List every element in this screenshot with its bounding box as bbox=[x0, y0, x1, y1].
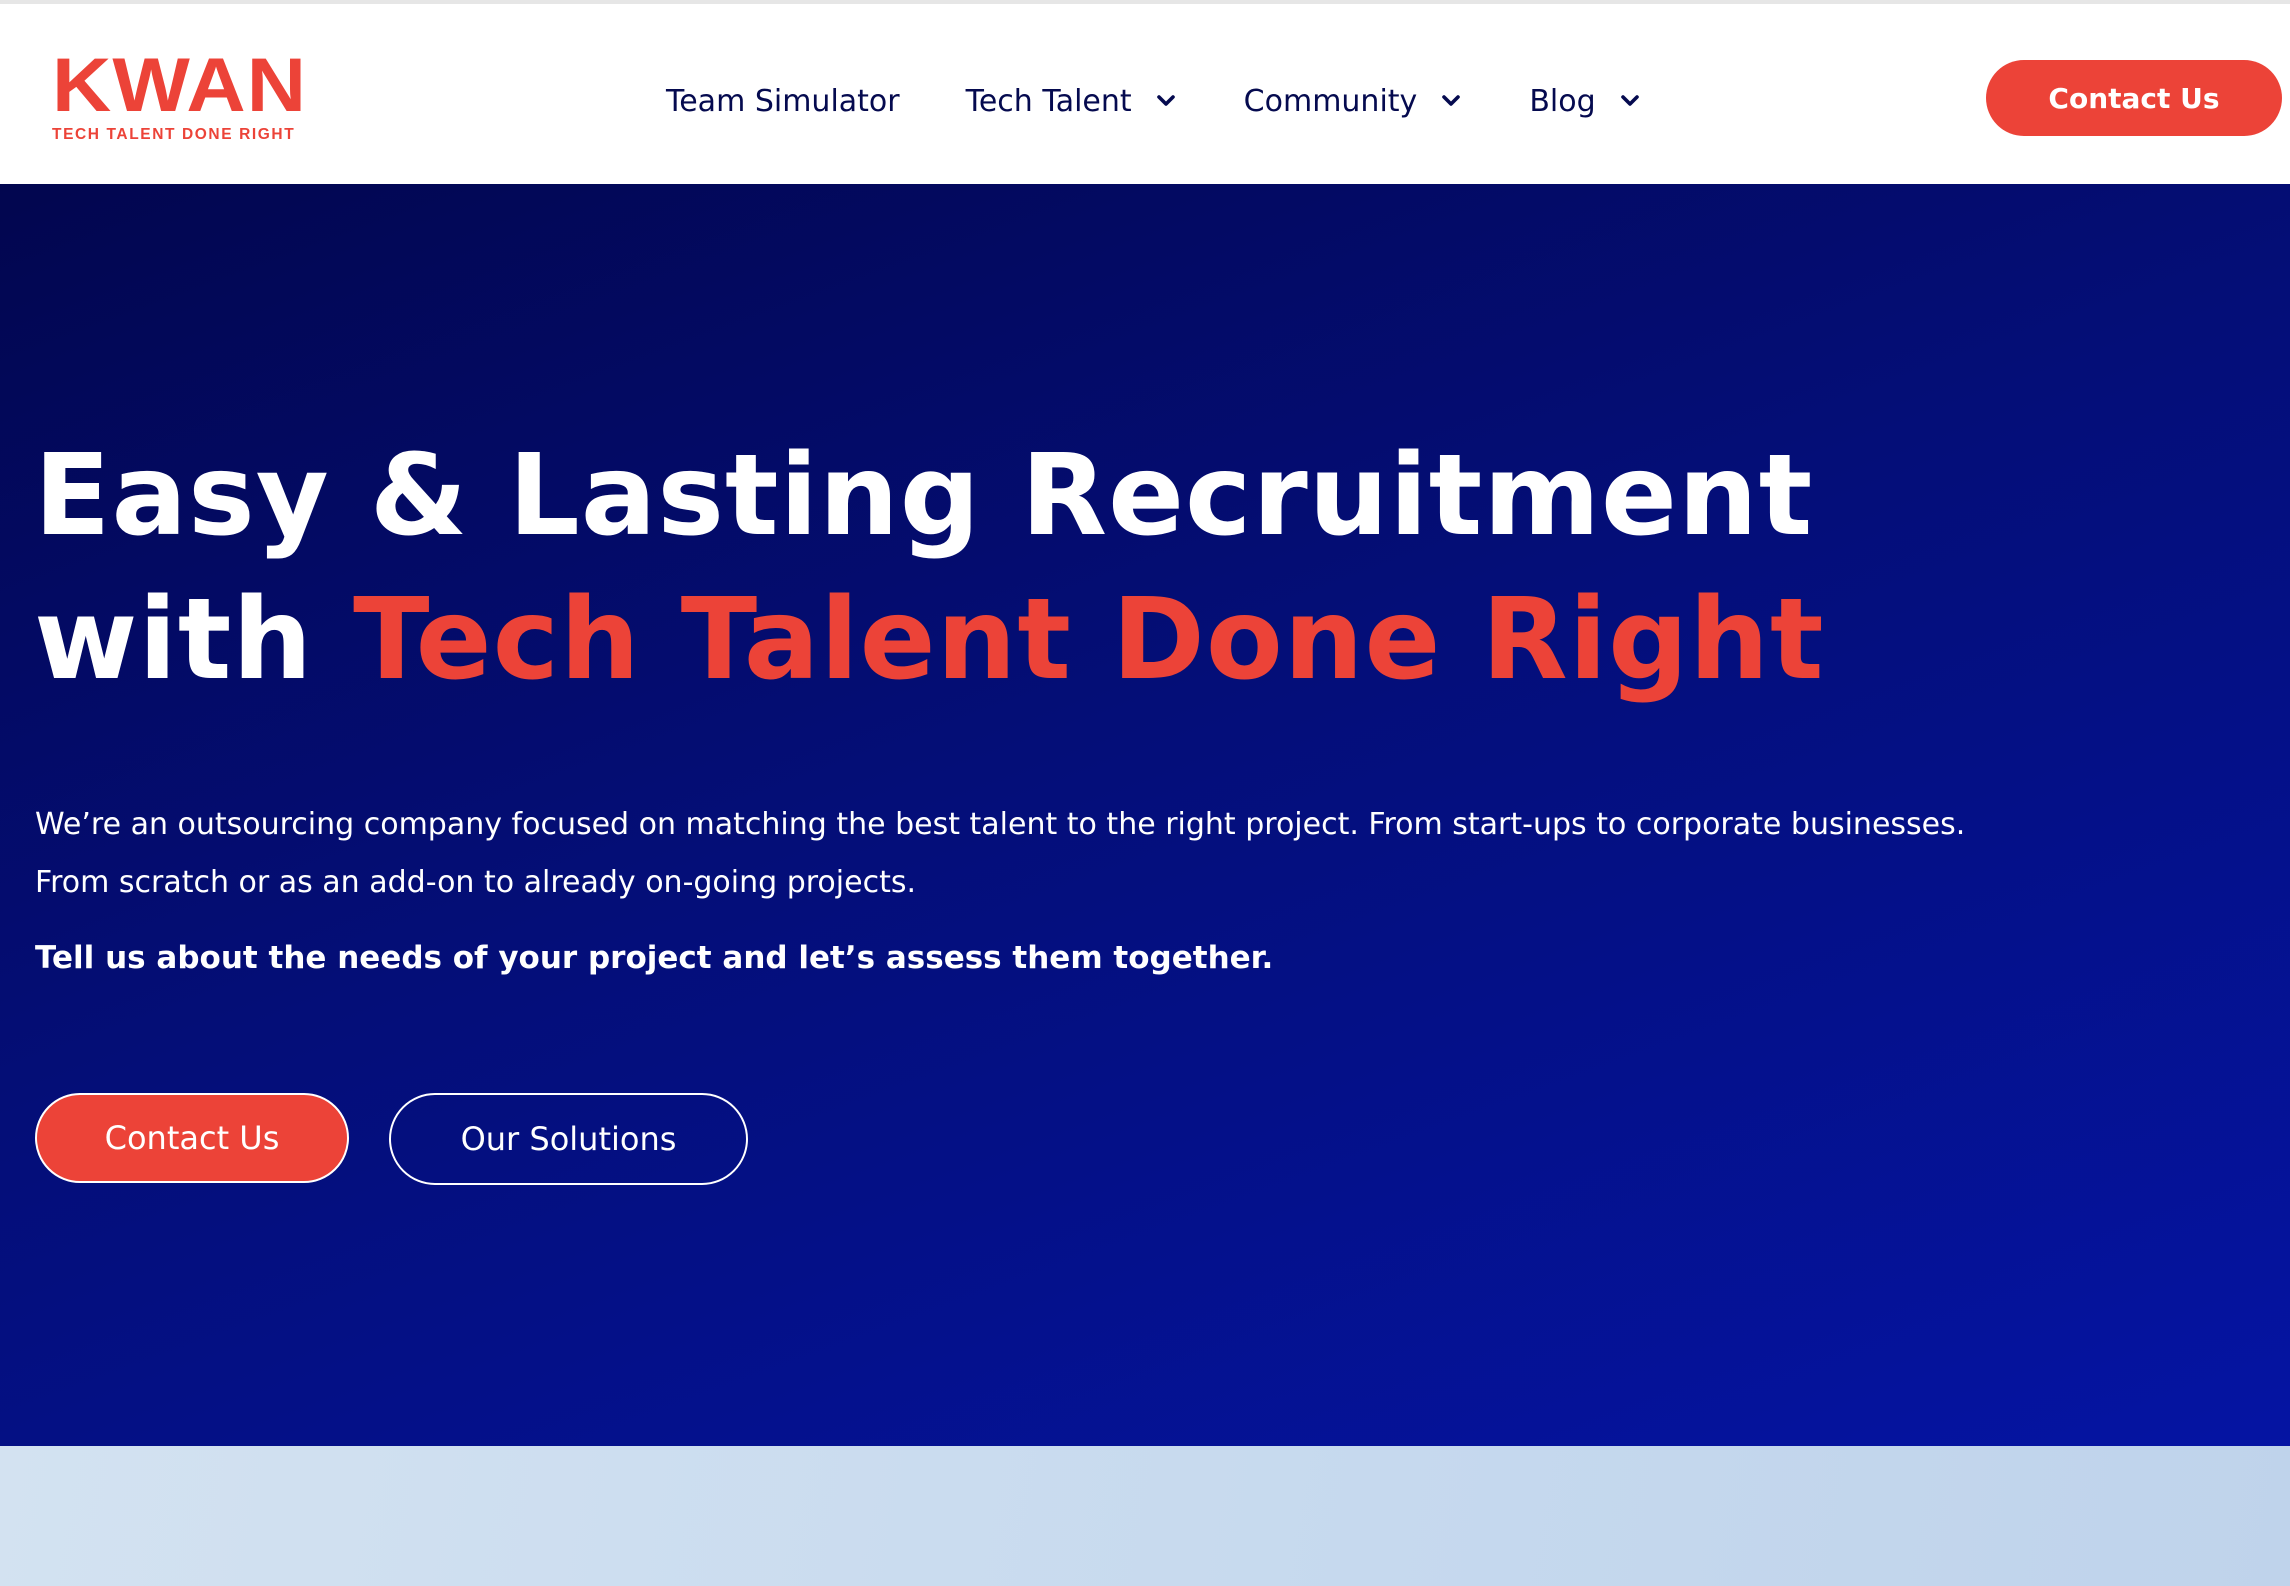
hero-description-line2: From scratch or as an add-on to already … bbox=[35, 865, 917, 900]
our-solutions-button[interactable]: Our Solutions bbox=[389, 1093, 748, 1185]
next-section bbox=[0, 1446, 2290, 1586]
nav-item-blog[interactable]: Blog bbox=[1529, 76, 1641, 126]
header-contact-button[interactable]: Contact Us bbox=[1986, 60, 2282, 136]
logo-wordmark: KWAN bbox=[52, 43, 308, 128]
hero-description: We’re an outsourcing company focused on … bbox=[35, 796, 2135, 912]
chevron-down-icon[interactable] bbox=[1618, 89, 1642, 113]
hero-section: Easy & Lasting Recruitment with Tech Tal… bbox=[0, 184, 2290, 1446]
hero-title-prefix: with bbox=[34, 575, 354, 705]
main-nav: Team Simulator Tech Talent Community Blo… bbox=[666, 76, 1642, 126]
chevron-down-icon[interactable] bbox=[1439, 89, 1463, 113]
hero-description-line1: We’re an outsourcing company focused on … bbox=[35, 807, 1966, 842]
nav-item-label: Tech Talent bbox=[965, 83, 1132, 119]
hero-title-line1: Easy & Lasting Recruitment bbox=[34, 431, 1814, 561]
nav-item-label: Blog bbox=[1529, 83, 1596, 119]
hero-call-to-action-text: Tell us about the needs of your project … bbox=[35, 940, 1274, 976]
nav-item-label: Community bbox=[1243, 83, 1418, 119]
contact-us-button[interactable]: Contact Us bbox=[35, 1093, 349, 1183]
hero-title: Easy & Lasting Recruitment with Tech Tal… bbox=[34, 424, 2034, 712]
chevron-down-icon[interactable] bbox=[1154, 89, 1178, 113]
hero-title-line2: with Tech Talent Done Right bbox=[34, 568, 2034, 712]
hero-title-accent: Tech Talent Done Right bbox=[353, 575, 1825, 705]
kwan-logo[interactable]: KWAN TECH TALENT DONE RIGHT bbox=[52, 48, 306, 144]
nav-item-team-simulator[interactable]: Team Simulator bbox=[666, 76, 900, 126]
logo-tagline: TECH TALENT DONE RIGHT bbox=[52, 126, 296, 143]
nav-item-tech-talent[interactable]: Tech Talent bbox=[966, 76, 1178, 126]
nav-item-community[interactable]: Community bbox=[1244, 76, 1464, 126]
nav-item-label: Team Simulator bbox=[666, 83, 900, 119]
site-header: KWAN TECH TALENT DONE RIGHT Team Simulat… bbox=[0, 0, 2290, 184]
